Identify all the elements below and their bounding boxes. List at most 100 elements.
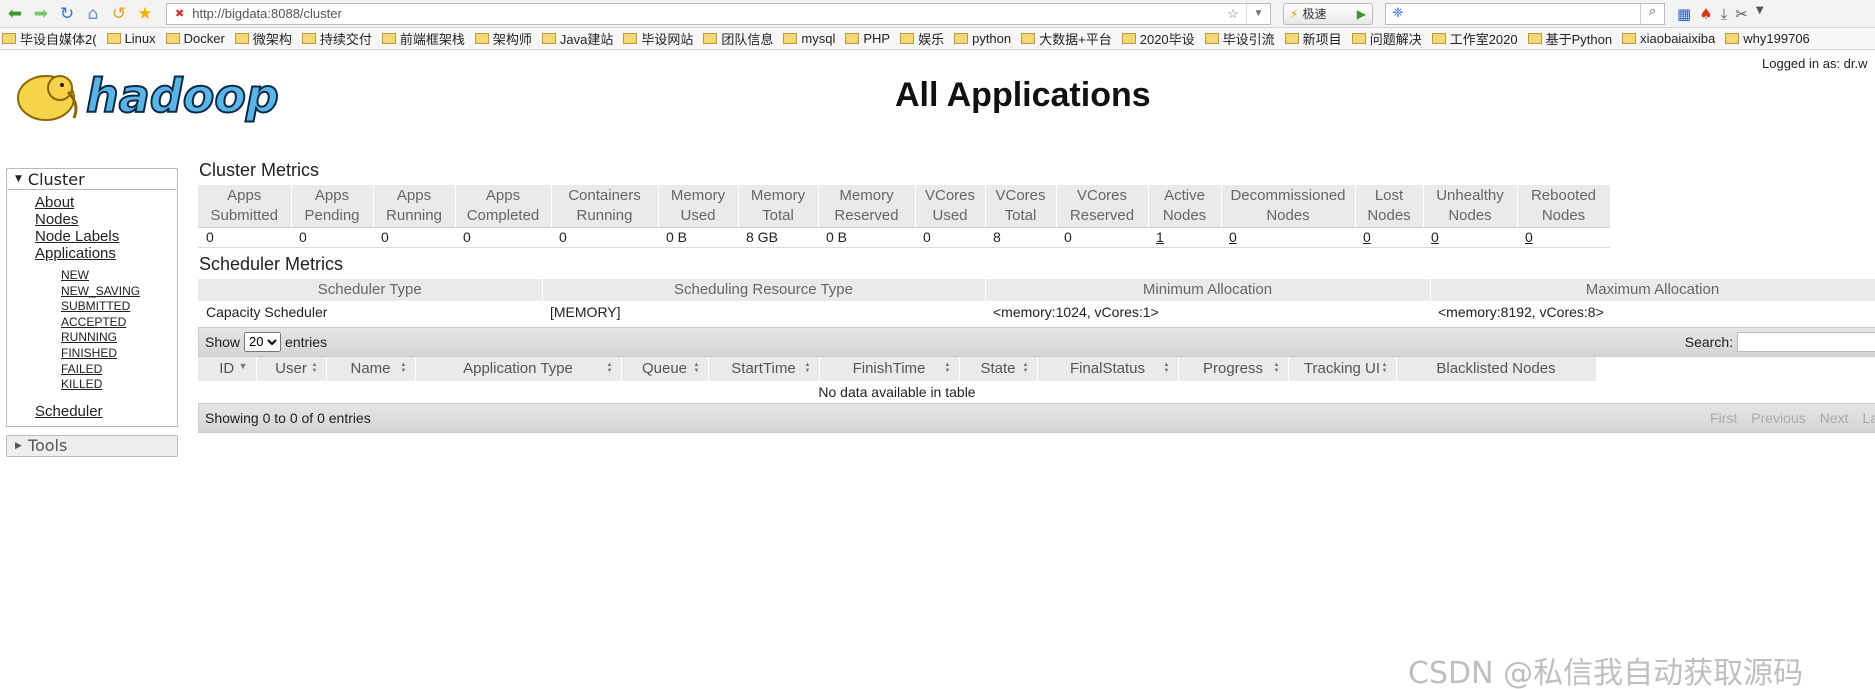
pager-next[interactable]: Next: [1820, 410, 1849, 426]
bookmark-item[interactable]: 毕设网站: [623, 29, 693, 48]
table-search-input[interactable]: [1737, 331, 1875, 352]
bookmark-item[interactable]: 前端框架栈: [381, 29, 465, 48]
bookmark-item[interactable]: 毕设引流: [1204, 29, 1275, 48]
bookmark-item[interactable]: PHP: [845, 31, 890, 46]
metric-header-line: Nodes: [1162, 206, 1207, 224]
game-icon[interactable]: ♠: [1699, 5, 1712, 23]
bookmark-item[interactable]: 持续交付: [301, 29, 372, 48]
metric-header-line: Lost: [1374, 186, 1404, 204]
browser-search-box[interactable]: ❈ ⌕: [1385, 2, 1665, 25]
bookmark-item[interactable]: xiaobaiaixiba: [1622, 31, 1715, 46]
bookmark-item[interactable]: 大数据+平台: [1021, 29, 1112, 48]
address-dropdown-icon[interactable]: ▼: [1246, 3, 1270, 24]
pager-last[interactable]: Last: [1863, 410, 1875, 426]
bookmark-item[interactable]: 微架构: [234, 29, 292, 48]
bookmark-item[interactable]: 团队信息: [703, 29, 773, 48]
nav-link-scheduler[interactable]: Scheduler: [35, 403, 177, 420]
search-icon[interactable]: ⌕: [1640, 3, 1664, 24]
bookmark-item[interactable]: mysql: [783, 31, 835, 46]
column-header[interactable]: Queue ▲▼: [621, 356, 709, 381]
history-icon[interactable]: ↺: [108, 3, 130, 25]
bookmark-item[interactable]: Docker: [165, 31, 225, 46]
bookmark-item[interactable]: python: [954, 31, 1011, 46]
column-header[interactable]: Progress ▲▼: [1178, 356, 1289, 381]
column-header[interactable]: ID ▼: [198, 356, 257, 381]
folder-icon: [703, 33, 718, 44]
nav-state-failed[interactable]: FAILED: [61, 362, 177, 378]
sort-icon: ▲▼: [944, 361, 951, 374]
address-bar[interactable]: ✖ http://bigdata:8088/cluster ☆ ▼: [166, 2, 1271, 25]
metric-header-line: Reserved: [834, 206, 899, 224]
nav-link-node-labels[interactable]: Node Labels: [35, 228, 177, 245]
page-title: All Applications: [895, 76, 1151, 114]
nav-state-submitted[interactable]: SUBMITTED: [61, 299, 177, 315]
metric-header: Apps Running: [373, 185, 456, 227]
bookmark-item[interactable]: 娱乐: [900, 29, 944, 48]
column-header[interactable]: Name ▲▼: [326, 356, 416, 381]
url-text[interactable]: http://bigdata:8088/cluster: [192, 6, 1220, 21]
bookmark-item[interactable]: Linux: [106, 31, 156, 46]
apps-grid-icon[interactable]: ▦: [1677, 5, 1691, 23]
sort-icon: ▲▼: [400, 361, 407, 374]
metric-header: Rebooted Nodes: [1517, 185, 1611, 227]
metric-value[interactable]: 0: [1355, 226, 1423, 248]
nav-link-applications[interactable]: Applications: [35, 245, 177, 262]
entries-label: entries: [285, 333, 328, 350]
metric-value[interactable]: 0: [1423, 226, 1517, 248]
column-header[interactable]: FinishTime ▲▼: [819, 356, 960, 381]
nav-link-about[interactable]: About: [35, 194, 177, 211]
metric-value[interactable]: 1: [1148, 226, 1221, 248]
metric-header-line: Rebooted: [1530, 186, 1597, 204]
folder-icon: [900, 33, 915, 44]
nav-state-running[interactable]: RUNNING: [61, 330, 177, 346]
nav-tools-header[interactable]: ▶ Tools: [6, 434, 178, 457]
more-icon[interactable]: ▼: [1756, 5, 1764, 23]
refresh-icon[interactable]: ↻: [56, 3, 78, 25]
bookmark-item[interactable]: 问题解决: [1351, 29, 1422, 48]
sort-icon: ▲▼: [1022, 361, 1029, 374]
back-icon[interactable]: ⬅: [4, 3, 26, 25]
metric-value[interactable]: 0: [1517, 226, 1610, 248]
forward-icon[interactable]: ➡: [30, 3, 52, 25]
nav-state-new[interactable]: NEW: [61, 268, 177, 284]
page-size-select[interactable]: 20: [244, 331, 282, 352]
folder-icon: [474, 33, 489, 44]
column-header[interactable]: Blacklisted Nodes: [1396, 356, 1597, 381]
bookmark-item[interactable]: 新项目: [1284, 29, 1342, 48]
column-header[interactable]: Application Type ▲▼: [415, 356, 622, 381]
home-icon[interactable]: ⌂: [82, 3, 104, 25]
bookmark-item[interactable]: 工作室2020: [1431, 29, 1518, 48]
column-header[interactable]: State ▲▼: [959, 356, 1038, 381]
nav-state-accepted[interactable]: ACCEPTED: [61, 315, 177, 331]
metric-value[interactable]: 0: [1221, 226, 1355, 248]
column-header[interactable]: FinalStatus ▲▼: [1037, 356, 1179, 381]
scissors-icon[interactable]: ✂: [1735, 5, 1748, 23]
sort-icon: ▲▼: [606, 361, 613, 374]
column-header[interactable]: User ▲▼: [256, 356, 327, 381]
speed-mode-button[interactable]: ⚡ 极速 ▶: [1283, 2, 1373, 25]
column-header[interactable]: Tracking UI ▲▼: [1288, 356, 1397, 381]
favorites-star-icon[interactable]: ★: [134, 3, 156, 25]
folder-icon: [1021, 33, 1036, 44]
nav-state-killed[interactable]: KILLED: [61, 377, 177, 393]
nav-state-new-saving[interactable]: NEW_SAVING: [61, 284, 177, 300]
bookmark-item[interactable]: 架构师: [474, 29, 532, 48]
column-header-label: Tracking UI: [1303, 360, 1381, 377]
bookmark-label: Docker: [183, 31, 225, 46]
pager-first[interactable]: First: [1710, 410, 1737, 426]
bookmark-item[interactable]: 基于Python: [1527, 29, 1612, 48]
pager-previous[interactable]: Previous: [1751, 410, 1805, 426]
bookmark-item[interactable]: why199706: [1725, 31, 1810, 46]
page-icon: ✖: [175, 8, 185, 20]
nav-cluster-header[interactable]: ▼ Cluster: [6, 168, 178, 190]
column-header[interactable]: StartTime ▲▼: [708, 356, 820, 381]
nav-link-nodes[interactable]: Nodes: [35, 211, 177, 228]
bookmark-item[interactable]: 毕设自媒体2(: [2, 29, 97, 48]
bookmark-star-icon[interactable]: ☆: [1220, 6, 1246, 22]
bookmark-item[interactable]: 2020毕设: [1121, 29, 1195, 48]
sched-min-value: <memory:1024, vCores:1>: [993, 303, 1159, 320]
sched-header-type: Scheduler Type: [198, 278, 543, 301]
download-icon[interactable]: ⤓: [1721, 5, 1728, 23]
nav-state-finished[interactable]: FINISHED: [61, 346, 177, 362]
bookmark-item[interactable]: Java建站: [541, 29, 613, 48]
